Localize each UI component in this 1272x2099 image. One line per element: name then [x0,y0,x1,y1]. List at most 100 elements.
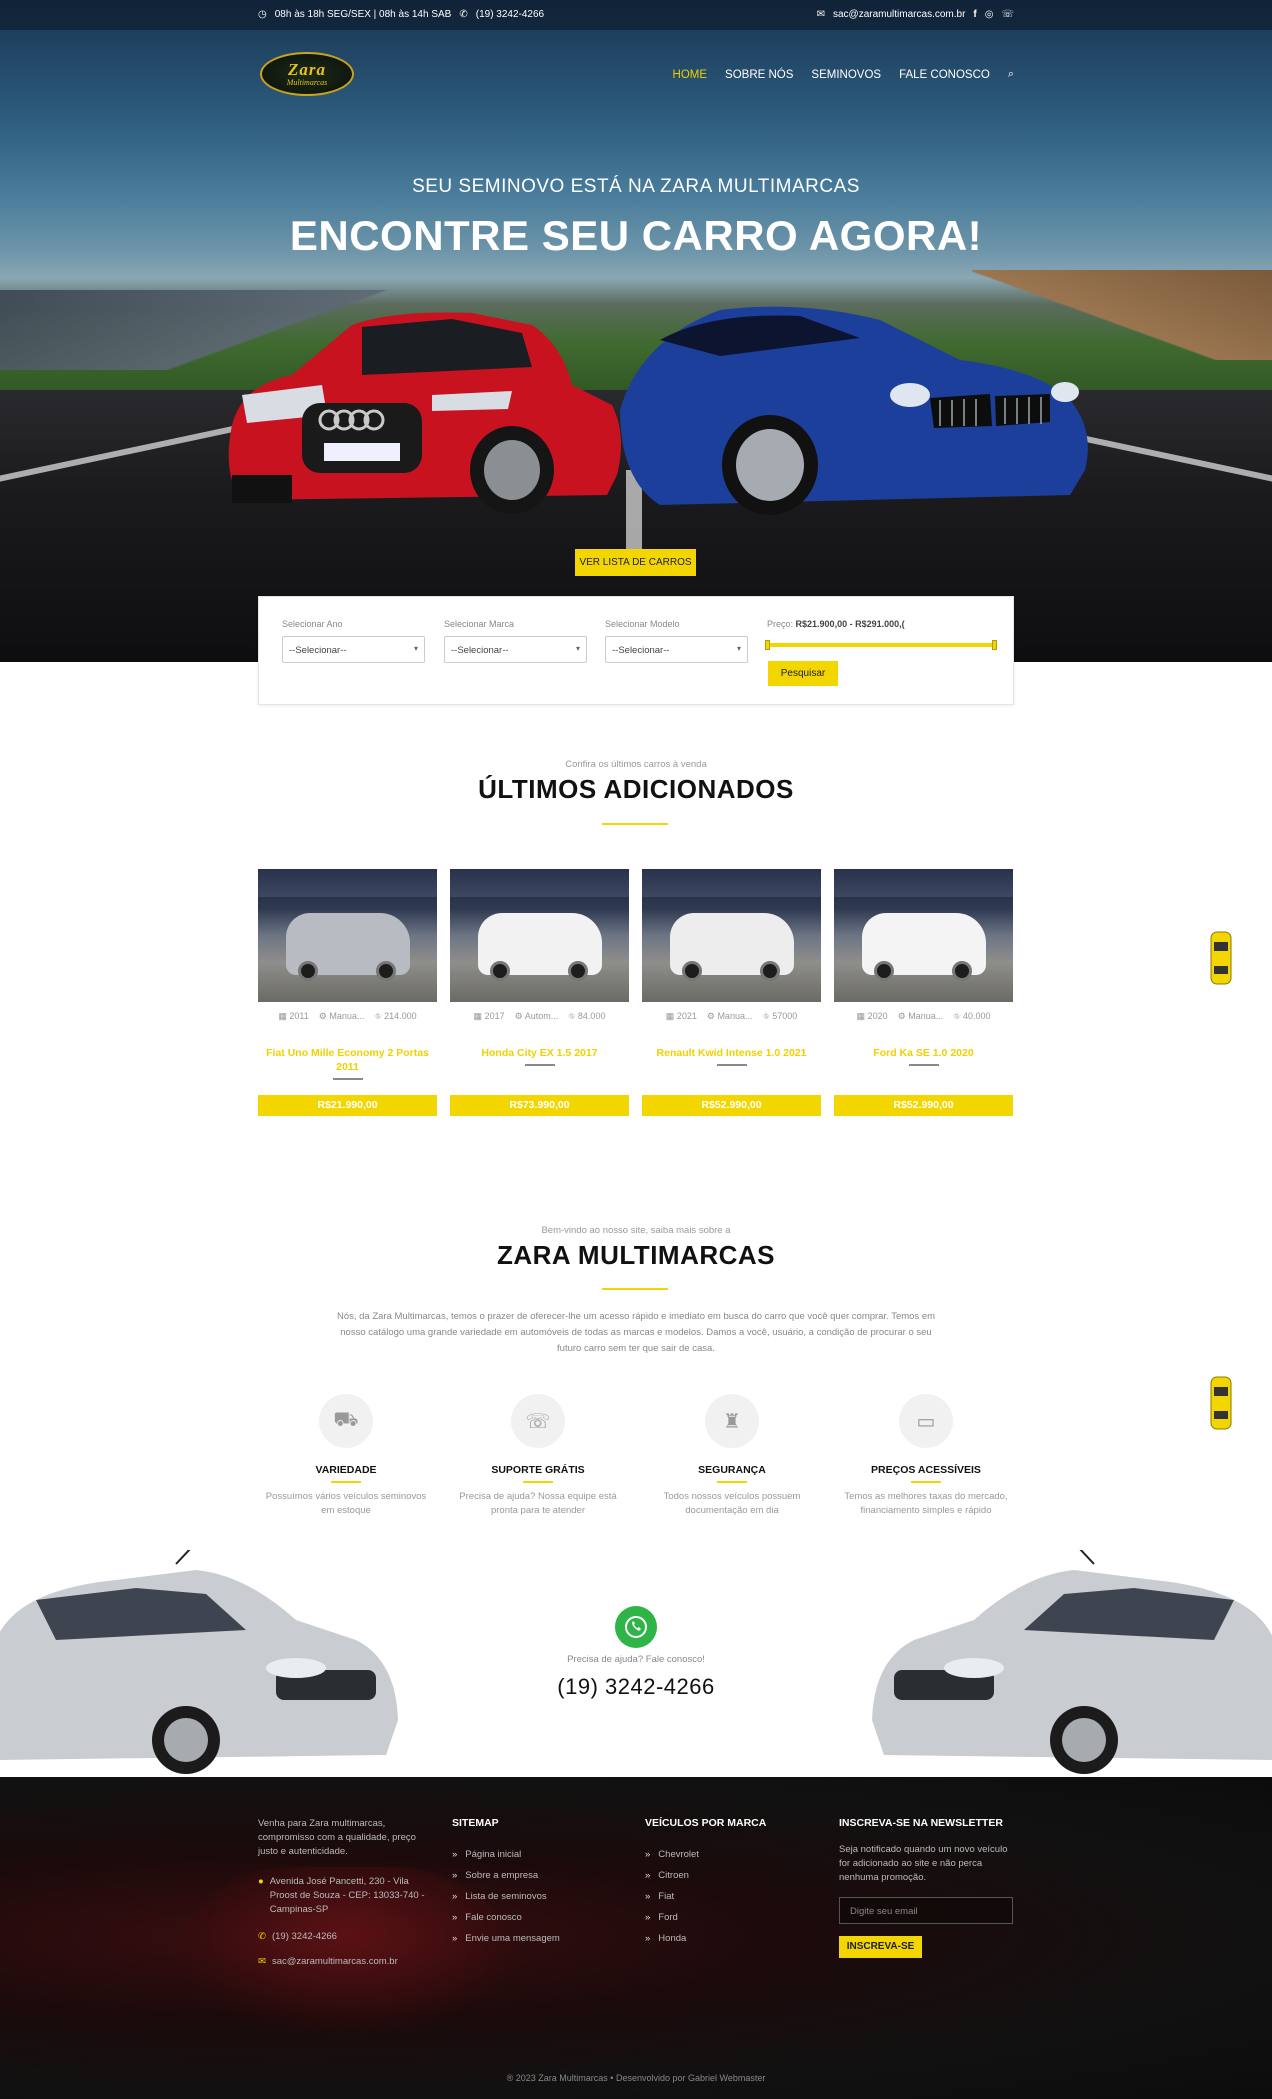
hero-subtitle: SEU SEMINOVO ESTÁ NA ZARA MULTIMARCAS [412,176,860,197]
footer-newsletter: INSCREVA-SE NA NEWSLETTER Seja notificad… [839,1817,1017,1958]
feature-title: PREÇOS ACESSÍVEIS [871,1464,981,1476]
car-wheel [298,961,318,981]
logo-subtitle: Multimarcas [286,77,328,87]
brand-link-label: Citroen [658,1870,689,1881]
brand-link-citroen[interactable]: » Citroen [645,1870,815,1881]
whatsapp-icon[interactable] [615,1606,657,1648]
clock-icon: ◷ [258,8,267,20]
about-description: Nós, da Zara Multimarcas, temos o prazer… [336,1311,936,1354]
car-year: 2011 [289,1011,309,1021]
whatsapp-icon[interactable]: ☏ [1001,9,1014,20]
price-slider-min-handle[interactable] [765,640,770,650]
taxi-icon[interactable] [1210,1375,1232,1431]
sitemap-link-list[interactable]: » Lista de seminovos [452,1891,622,1902]
year-label: Selecionar Ano [282,619,343,629]
footer-email-text: sac@zaramultimarcas.com.br [271,1956,398,1967]
newsletter-email-input[interactable]: Digite seu email [839,1897,1013,1924]
brand-link-ford[interactable]: » Ford [645,1912,815,1923]
model-select[interactable]: --Selecionar-- ▾ [605,636,748,663]
car-price[interactable]: R$52.990,00 [834,1095,1013,1116]
feature-suporte: ☏ SUPORTE GRÁTIS Precisa de ajuda? Nossa… [453,1394,623,1518]
price-range-value: R$21.900,00 - R$291.000,( [795,619,905,629]
car-price[interactable]: R$52.990,00 [642,1095,821,1116]
car-name[interactable]: Renault Kwid Intense 1.0 2021 [642,1046,821,1060]
sitemap-link-message[interactable]: » Envie uma mensagem [452,1933,622,1944]
car-name-divider [908,1064,939,1066]
mileage-spec: ⛗ 57000 [762,1011,797,1022]
sitemap-link-home[interactable]: » Página inicial [452,1849,622,1860]
nav-home[interactable]: HOME [673,69,708,81]
about-title-underline [602,1288,668,1290]
brand-select[interactable]: --Selecionar-- ▾ [444,636,587,663]
brand-link-honda[interactable]: » Honda [645,1933,815,1944]
car-name[interactable]: Honda City EX 1.5 2017 [450,1046,629,1060]
car-specs: ▦ 2020 ⚙ Manua... ⛗ 40.000 [834,1011,1013,1022]
car-photo[interactable] [450,869,629,1002]
footer-address: ● Avenida José Pancetti, 230 - Vila Proo… [258,1875,428,1917]
brand-link-chevrolet[interactable]: » Chevrolet [645,1849,815,1860]
nav-seminovos[interactable]: SEMINOVOS [811,69,881,81]
topbar-phone[interactable]: (19) 3242-4266 [476,9,544,20]
brand-link-label: Fiat [658,1891,675,1902]
car-price[interactable]: R$73.990,00 [450,1095,629,1116]
search-icon[interactable]: ⌕ [1008,68,1014,81]
footer-phone[interactable]: ✆ (19) 3242-4266 [258,1931,428,1942]
taxi-icon[interactable] [1210,930,1232,986]
feature-description: Possuímos vários veículos seminovos em e… [265,1491,427,1516]
top-info-bar: ◷ 08h às 18h SEG/SEX | 08h às 14h SAB ✆ … [0,0,1272,30]
gear-icon: ⚙ [514,1011,523,1021]
car-photo[interactable] [642,869,821,1002]
car-photo[interactable] [258,869,437,1002]
car-name[interactable]: Fiat Uno Mille Economy 2 Portas 2011 [258,1046,437,1074]
hero-title: ENCONTRE SEU CARRO AGORA! [289,212,983,259]
instagram-icon[interactable]: ◎ [985,9,994,20]
sitemap-link-about[interactable]: » Sobre a empresa [452,1870,622,1881]
footer-email[interactable]: ✉ sac@zaramultimarcas.com.br [258,1956,428,1967]
garage-tent [258,869,437,897]
mileage-spec: ⛗ 84.000 [568,1011,605,1022]
sitemap-link-contact[interactable]: » Fale conosco [452,1912,622,1923]
contact-phone[interactable]: (19) 3242-4266 [0,1674,1272,1700]
price-slider-max-handle[interactable] [992,640,997,650]
car-mileage: 40.000 [962,1011,991,1021]
gear-icon: ⚙ [706,1011,715,1021]
price-slider[interactable] [765,640,997,650]
sitemap-link-label: Fale conosco [465,1912,522,1923]
car-price[interactable]: R$21.990,00 [258,1095,437,1116]
car-transmission: Autom... [524,1011,559,1021]
newsletter-title: INSCREVA-SE NA NEWSLETTER [839,1817,1003,1829]
mileage-spec: ⛗ 40.000 [953,1011,990,1022]
search-button[interactable]: Pesquisar [768,661,838,686]
chevron-right-icon: » [645,1849,651,1860]
chevron-right-icon: » [645,1933,651,1944]
feature-title: VARIEDADE [315,1464,377,1476]
facebook-icon[interactable]: f [973,9,976,20]
car-photo[interactable] [834,869,1013,1002]
feature-description: Todos nossos veículos possuem documentaç… [663,1491,801,1516]
car-mileage: 84.000 [577,1011,606,1021]
road-icon: ⛗ [568,1011,576,1021]
brand-field: Selecionar Marca --Selecionar-- ▾ [444,619,587,663]
zara-logo[interactable]: Zara Multimarcas [260,52,354,96]
price-label: Preço: R$21.900,00 - R$291.000,( [767,619,995,629]
topbar-email[interactable]: sac@zaramultimarcas.com.br [833,9,965,20]
brand-link-fiat[interactable]: » Fiat [645,1891,815,1902]
car-card[interactable]: ▦ 2017 ⚙ Autom... ⛗ 84.000 Honda City EX… [450,869,629,1116]
brands-title: VEÍCULOS POR MARCA [645,1817,767,1829]
car-name[interactable]: Ford Ka SE 1.0 2020 [834,1046,1013,1060]
year-select[interactable]: --Selecionar-- ▾ [282,636,425,663]
footer-intro: Venha para Zara multimarcas, compromisso… [258,1818,416,1857]
garage-tent [450,869,629,897]
view-car-list-button[interactable]: VER LISTA DE CARROS [575,549,696,576]
car-card[interactable]: ▦ 2021 ⚙ Manua... ⛗ 57000 Renault Kwid I… [642,869,821,1116]
car-wheel [874,961,894,981]
calendar-icon: ▦ [856,1011,866,1021]
car-card[interactable]: ▦ 2020 ⚙ Manua... ⛗ 40.000 Ford Ka SE 1.… [834,869,1013,1116]
car-name-divider [524,1064,555,1066]
car-card[interactable]: ▦ 2011 ⚙ Manua... ⛗ 214.000 Fiat Uno Mil… [258,869,437,1116]
newsletter-subscribe-button[interactable]: INSCREVA-SE [839,1936,922,1958]
car-wheel [376,961,396,981]
nav-fale-conosco[interactable]: FALE CONOSCO [899,69,990,81]
nav-sobre-nos[interactable]: SOBRE NÓS [725,69,793,81]
calendar-icon: ▦ [473,1011,483,1021]
